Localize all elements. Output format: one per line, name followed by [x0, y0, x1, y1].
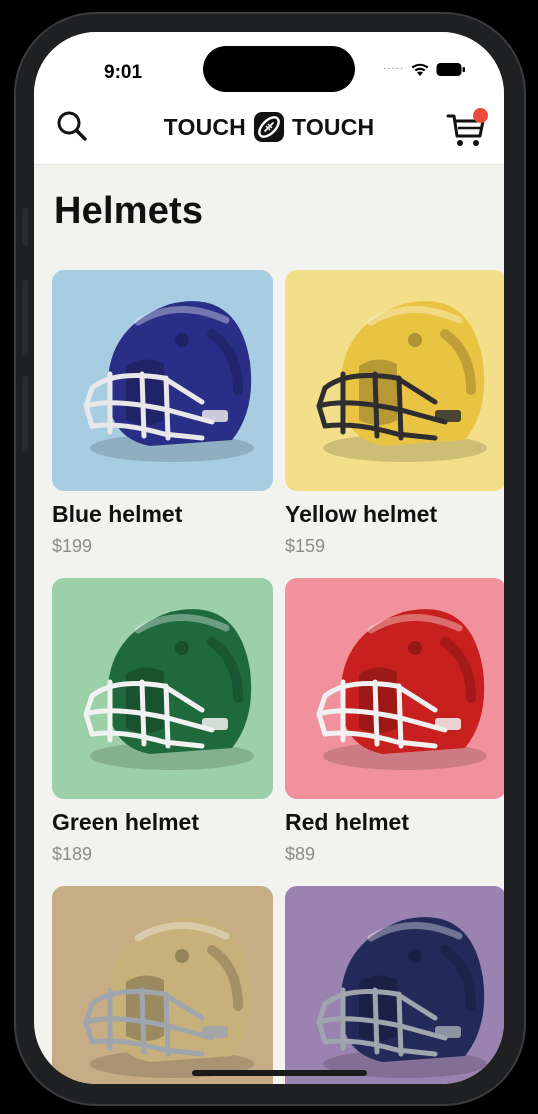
product-image[interactable]: [285, 578, 504, 799]
signal-icon: ·····: [383, 64, 404, 75]
helmet-image: [52, 270, 273, 491]
wifi-icon: [411, 63, 429, 76]
helmet-image: [52, 886, 273, 1084]
product-card[interactable]: Green helmet $189: [52, 578, 273, 865]
product-image[interactable]: [52, 886, 273, 1084]
home-indicator[interactable]: [192, 1070, 367, 1076]
helmet-image: [285, 578, 504, 799]
product-card[interactable]: Yellow helmet $159: [285, 270, 504, 557]
logo-text-right: TOUCH: [292, 113, 375, 140]
cart-button[interactable]: [442, 104, 490, 152]
product-price: $189: [52, 844, 93, 864]
helmet-image: [285, 270, 504, 491]
helmet-image: [52, 578, 273, 799]
product-card[interactable]: Red helmet $89: [285, 578, 504, 865]
app-header: TOUCH TOUCH: [34, 94, 504, 165]
product-image[interactable]: [285, 270, 504, 491]
product-price: $89: [285, 844, 316, 864]
football-icon: [254, 112, 284, 142]
brand-logo[interactable]: TOUCH TOUCH: [34, 110, 504, 144]
status-time: 9:01: [104, 62, 143, 83]
page-title: Helmets: [54, 190, 204, 232]
product-name: Green helmet: [52, 809, 199, 835]
app-screen: 9:01 ····· TOUCH TOUCH Helmets Blue helm…: [34, 32, 504, 1084]
product-name: Red helmet: [285, 809, 409, 835]
helmet-image: [285, 886, 504, 1084]
product-price: $199: [52, 536, 93, 556]
cart-badge: [473, 108, 488, 123]
volume-up-button: [22, 280, 28, 356]
logo-text-left: TOUCH: [163, 113, 246, 140]
product-card[interactable]: Gold helmet: [52, 886, 273, 1084]
product-image[interactable]: [285, 886, 504, 1084]
battery-icon: [436, 63, 465, 76]
dynamic-island: [203, 46, 355, 92]
product-card[interactable]: Blue helmet $199: [52, 270, 273, 557]
status-bar: 9:01 ·····: [34, 32, 504, 94]
product-name: Blue helmet: [52, 501, 183, 527]
action-button: [22, 208, 28, 246]
volume-down-button: [22, 376, 28, 452]
product-name: Yellow helmet: [285, 501, 438, 527]
product-price: $159: [285, 536, 326, 556]
product-image[interactable]: [52, 578, 273, 799]
product-card[interactable]: Navy helmet: [285, 886, 504, 1084]
product-image[interactable]: [52, 270, 273, 491]
